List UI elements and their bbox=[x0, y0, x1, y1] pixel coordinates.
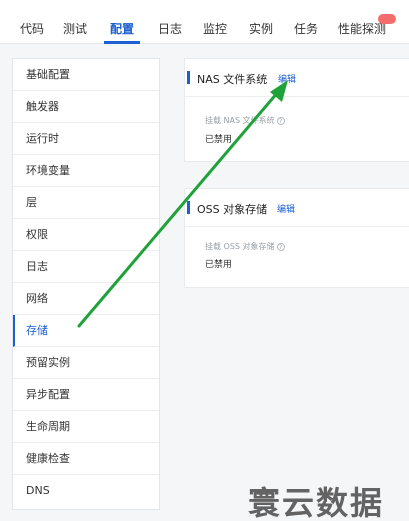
oss-mount-label: 挂载 OSS 对象存储? bbox=[205, 241, 285, 252]
tab-test[interactable]: 测试 bbox=[63, 20, 87, 37]
nas-card: NAS 文件系统 编辑 挂载 NAS 文件系统? 已禁用 bbox=[184, 58, 409, 162]
oss-mount-status: 已禁用 bbox=[205, 260, 233, 270]
sidebar-item-basic-config[interactable]: 基础配置 bbox=[13, 59, 159, 91]
sidebar-item-runtime[interactable]: 运行时 bbox=[13, 123, 159, 155]
sidebar-item-triggers[interactable]: 触发器 bbox=[13, 91, 159, 123]
tab-monitoring[interactable]: 监控 bbox=[203, 20, 227, 37]
tab-code[interactable]: 代码 bbox=[20, 20, 44, 37]
storage-panel: NAS 文件系统 编辑 挂载 NAS 文件系统? 已禁用 OSS 对象存储 编辑… bbox=[184, 58, 409, 298]
sidebar-item-lifecycle[interactable]: 生命周期 bbox=[13, 411, 159, 443]
sidebar-item-reserved-instances[interactable]: 预留实例 bbox=[13, 347, 159, 379]
sidebar-item-network[interactable]: 网络 bbox=[13, 283, 159, 315]
tab-tasks[interactable]: 任务 bbox=[294, 20, 318, 37]
new-badge bbox=[378, 14, 396, 24]
sidebar-item-dns[interactable]: DNS bbox=[13, 475, 159, 507]
nas-edit-link[interactable]: 编辑 bbox=[278, 72, 296, 85]
active-tab-indicator bbox=[104, 41, 140, 44]
sidebar-item-health-check[interactable]: 健康检查 bbox=[13, 443, 159, 475]
help-circle-icon[interactable]: ? bbox=[276, 116, 285, 125]
sidebar-item-async-config[interactable]: 异步配置 bbox=[13, 379, 159, 411]
oss-card-header: OSS 对象存储 编辑 bbox=[185, 189, 409, 227]
sidebar-item-permissions[interactable]: 权限 bbox=[13, 219, 159, 251]
sidebar-item-storage[interactable]: 存储 bbox=[13, 315, 159, 347]
nas-mount-status: 已禁用 bbox=[205, 135, 233, 145]
oss-card-title: OSS 对象存储 bbox=[197, 203, 268, 216]
watermark-logo: 寰云数据 bbox=[248, 484, 385, 521]
oss-card: OSS 对象存储 编辑 挂载 OSS 对象存储? 已禁用 bbox=[184, 188, 409, 288]
help-circle-icon[interactable]: ? bbox=[276, 242, 285, 251]
section-accent-bar bbox=[187, 71, 190, 84]
config-sidebar: 基础配置 触发器 运行时 环境变量 层 权限 日志 网络 存储 预留实例 异步配… bbox=[12, 58, 160, 510]
sidebar-item-layers[interactable]: 层 bbox=[13, 187, 159, 219]
nas-card-header: NAS 文件系统 编辑 bbox=[185, 59, 409, 97]
oss-edit-link[interactable]: 编辑 bbox=[277, 202, 295, 215]
tab-config[interactable]: 配置 bbox=[110, 20, 134, 37]
tab-instances[interactable]: 实例 bbox=[249, 20, 273, 37]
section-accent-bar bbox=[187, 201, 190, 214]
config-tab-bar: 代码 测试 配置 日志 监控 实例 任务 性能探测 bbox=[0, 0, 409, 44]
nas-mount-label: 挂载 NAS 文件系统? bbox=[205, 115, 285, 126]
tab-logs[interactable]: 日志 bbox=[158, 20, 182, 37]
sidebar-item-logs[interactable]: 日志 bbox=[13, 251, 159, 283]
nas-card-title: NAS 文件系统 bbox=[197, 73, 268, 86]
sidebar-item-environment-variables[interactable]: 环境变量 bbox=[13, 155, 159, 187]
